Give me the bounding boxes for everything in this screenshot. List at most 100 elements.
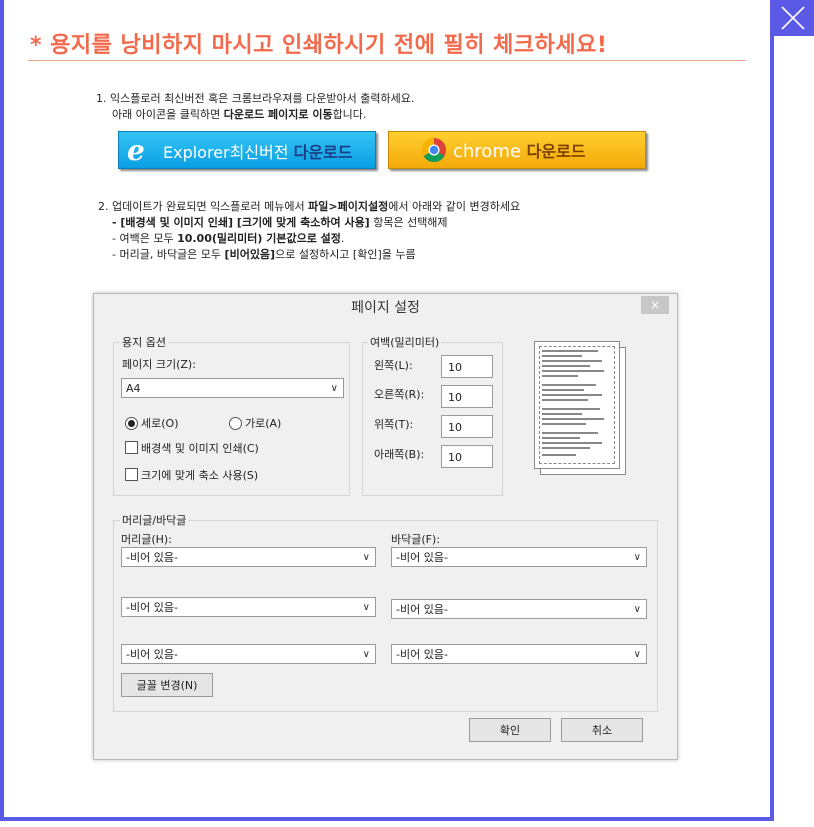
preview-text-line <box>542 447 590 449</box>
chrome-logo-icon <box>421 138 446 163</box>
portrait-label: 세로(O) <box>141 417 179 430</box>
step2-line2-post: 항목은 선택해제 <box>369 216 448 229</box>
chrome-download-button[interactable]: chrome 다운로드 <box>388 131 646 169</box>
chevron-down-icon: ∨ <box>633 552 641 563</box>
step1-line1: 1. 익스플로러 최신버전 혹은 크롬브라우져를 다운받아서 출력하세요. <box>96 92 415 105</box>
chevron-down-icon: ∨ <box>633 649 641 660</box>
step2-line3-bold: 10.00(밀리미터) 기본값으로 설정 <box>177 232 341 245</box>
margins-label: 여백(밀리미터) <box>368 334 442 350</box>
step2-line3-pre: - 여백은 모두 <box>112 232 178 245</box>
step1-line2-bold: 다운로드 페이지로 이동 <box>223 108 333 121</box>
chrome-label: chrome <box>453 141 521 162</box>
preview-text-line <box>542 370 604 372</box>
margin-right-label: 오른쪽(R): <box>374 388 425 401</box>
preview-text-line <box>542 384 596 386</box>
step1-instruction: 1. 익스플로러 최신버전 혹은 크롬브라우져를 다운받아서 출력하세요. 아래… <box>96 91 414 123</box>
preview-text-line <box>542 355 582 357</box>
margin-left-label: 왼쪽(L): <box>374 359 413 372</box>
bg-print-checkbox[interactable] <box>125 441 138 454</box>
header1-value: -비어 있음- <box>126 551 178 564</box>
portrait-radio[interactable] <box>125 417 138 430</box>
preview-text-line <box>542 375 578 377</box>
header-select-1[interactable]: -비어 있음- ∨ <box>121 547 376 567</box>
footer-label: 바닥글(F): <box>391 533 440 546</box>
close-icon <box>781 6 805 30</box>
landscape-radio[interactable] <box>229 417 242 430</box>
shrink-fit-label: 크기에 맞게 축소 사용(S) <box>141 469 259 482</box>
dialog-close-button[interactable]: × <box>641 296 669 314</box>
ie-download-button[interactable]: e Explorer최신버전 다운로드 <box>118 131 376 169</box>
header-label: 머리글(H): <box>121 533 172 546</box>
paper-size-select[interactable]: A4 ∨ <box>121 378 344 398</box>
footer-select-2[interactable]: -비어 있음- ∨ <box>391 599 647 619</box>
paper-size-label: 페이지 크기(Z): <box>122 358 196 371</box>
chevron-down-icon: ∨ <box>362 552 370 563</box>
page-title: * 용지를 낭비하지 마시고 인쇄하시기 전에 필히 체크하세요! <box>30 33 608 58</box>
page-setup-dialog: 페이지 설정 × 용지 옵션 페이지 크기(Z): A4 ∨ 세로(O) 가로(A… <box>93 293 678 760</box>
step2-line1-pre: 2. 업데이트가 완료되면 익스플로러 메뉴에서 <box>98 200 309 213</box>
margin-bottom-label: 아래쪽(B): <box>374 448 425 461</box>
step2-line2: - [배경색 및 이미지 인쇄] [크기에 맞게 축소하여 사용] 항목은 선택… <box>98 215 520 231</box>
step1-line2-pre: 아래 아이콘을 클릭하면 <box>112 108 224 121</box>
preview-text-line <box>542 423 586 425</box>
ie-download-text: 다운로드 <box>293 143 353 162</box>
step2-line4-post: 으로 설정하시고 [확인]을 누름 <box>275 248 416 261</box>
step2-line1-bold: 파일>페이지설정 <box>308 200 389 213</box>
chevron-down-icon: ∨ <box>362 649 370 660</box>
chrome-download-label: chrome 다운로드 <box>453 138 586 162</box>
margin-right-input[interactable]: 10 <box>441 385 493 408</box>
margin-left-input[interactable]: 10 <box>441 355 493 378</box>
step2-line2-bold: - [배경색 및 이미지 인쇄] [크기에 맞게 축소하여 사용] <box>112 216 370 229</box>
paper-options-label: 용지 옵션 <box>120 334 168 350</box>
chevron-down-icon: ∨ <box>633 604 641 615</box>
footer-select-3[interactable]: -비어 있음- ∨ <box>391 644 647 664</box>
footer2-value: -비어 있음- <box>396 603 448 616</box>
preview-text-line <box>542 399 588 401</box>
preview-text-line <box>542 454 576 456</box>
change-font-button[interactable]: 글꼴 변경(N) <box>121 673 213 697</box>
step2-line3-post: . <box>340 232 345 245</box>
page-preview <box>534 341 626 475</box>
preview-text-line <box>542 350 598 352</box>
preview-text-line <box>542 432 598 434</box>
step2-line4-bold: [비어있음] <box>224 248 276 261</box>
chevron-down-icon: ∨ <box>330 383 338 394</box>
margin-top-input[interactable]: 10 <box>441 415 493 438</box>
step1-line2: 아래 아이콘을 클릭하면 다운로드 페이지로 이동합니다. <box>96 107 414 123</box>
landscape-label: 가로(A) <box>245 417 282 430</box>
chevron-down-icon: ∨ <box>362 602 370 613</box>
footer3-value: -비어 있음- <box>396 648 448 661</box>
preview-text-line <box>542 394 602 396</box>
preview-text-line <box>542 408 600 410</box>
preview-text-line <box>542 389 584 391</box>
footer1-value: -비어 있음- <box>396 551 448 564</box>
preview-text-line <box>542 442 602 444</box>
header-select-3[interactable]: -비어 있음- ∨ <box>121 644 376 664</box>
step2-line1: 2. 업데이트가 완료되면 익스플로러 메뉴에서 파일>페이지설정에서 아래와 … <box>98 199 520 215</box>
preview-text-line <box>542 413 582 415</box>
title-divider <box>28 60 746 61</box>
step2-line3: - 여백은 모두 10.00(밀리미터) 기본값으로 설정. <box>98 231 520 247</box>
ie-download-label: Explorer최신버전 다운로드 <box>163 139 352 163</box>
ok-button[interactable]: 확인 <box>469 718 551 742</box>
dialog-title: 페이지 설정 <box>351 300 420 316</box>
popup-close-button[interactable] <box>772 0 814 36</box>
ie-logo-icon: e <box>127 134 145 167</box>
ie-label: Explorer최신버전 <box>163 143 289 162</box>
step2-line1-post: 에서 아래와 같이 변경하세요 <box>388 200 521 213</box>
shrink-fit-checkbox[interactable] <box>125 468 138 481</box>
footer-select-1[interactable]: -비어 있음- ∨ <box>391 547 647 567</box>
step2-instruction: 2. 업데이트가 완료되면 익스플로러 메뉴에서 파일>페이지설정에서 아래와 … <box>98 199 520 263</box>
preview-text-line <box>542 437 580 439</box>
margin-bottom-input[interactable]: 10 <box>441 445 493 468</box>
chrome-download-text: 다운로드 <box>526 142 586 161</box>
header2-value: -비어 있음- <box>126 601 178 614</box>
preview-text-line <box>542 365 590 367</box>
preview-text-line <box>542 360 602 362</box>
header3-value: -비어 있음- <box>126 648 178 661</box>
header-select-2[interactable]: -비어 있음- ∨ <box>121 597 376 617</box>
paper-size-value: A4 <box>126 382 141 395</box>
preview-front-sheet <box>534 341 620 469</box>
step2-line4-pre: - 머리글, 바닥글은 모두 <box>112 248 225 261</box>
cancel-button[interactable]: 취소 <box>561 718 643 742</box>
